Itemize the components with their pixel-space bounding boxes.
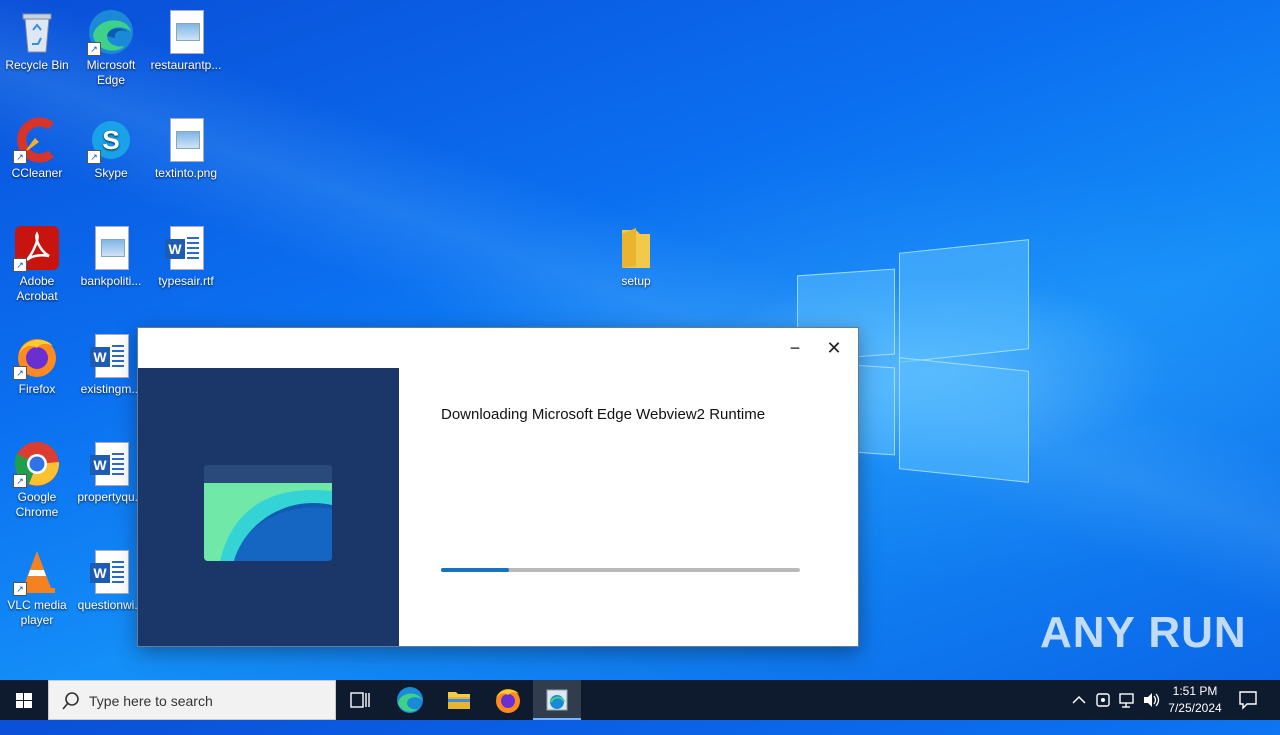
shortcut-arrow-icon: ↗	[87, 150, 101, 164]
skype-icon: S ↗	[87, 116, 135, 164]
window-titlebar[interactable]: − ✕	[138, 328, 858, 368]
desktop-icon-restaurantp[interactable]: restaurantp...	[149, 8, 223, 73]
start-button[interactable]	[0, 680, 48, 720]
edge-icon	[397, 687, 423, 713]
desktop-icon-label: Firefox	[18, 382, 56, 396]
task-view-button[interactable]	[336, 680, 384, 720]
desktop-icon-bankpoliti[interactable]: bankpoliti...	[74, 224, 148, 289]
word-document-icon: W	[87, 440, 135, 488]
taskbar-clock[interactable]: 1:51 PM 7/25/2024	[1160, 683, 1230, 717]
acrobat-icon: ↗	[13, 224, 61, 272]
close-button[interactable]: ✕	[820, 334, 848, 362]
desktop-icon-google-chrome[interactable]: ↗ Google Chrome	[0, 440, 74, 520]
shortcut-arrow-icon: ↗	[13, 582, 27, 596]
clock-time: 1:51 PM	[1172, 684, 1218, 698]
watermark-text: ANY RUN	[1040, 608, 1247, 657]
desktop-icon-label: setup	[621, 274, 651, 288]
desktop-icon-firefox[interactable]: ↗ Firefox	[0, 332, 74, 397]
task-view-icon	[350, 692, 370, 708]
show-hidden-icons-button[interactable]	[1068, 680, 1090, 720]
image-file-icon	[162, 116, 210, 164]
desktop-icon-label: Google Chrome	[15, 490, 59, 519]
anyrun-watermark: ANY RUN	[1040, 608, 1247, 658]
minimize-button[interactable]: −	[781, 334, 809, 362]
installer-app-icon	[546, 689, 568, 711]
shortcut-arrow-icon: ↗	[13, 258, 27, 272]
desktop-icon-vlc[interactable]: ↗ VLC media player	[0, 548, 74, 628]
word-document-icon: W	[87, 332, 135, 380]
search-icon	[62, 692, 79, 710]
download-progress-bar	[441, 568, 800, 572]
search-placeholder: Type here to search	[89, 693, 213, 709]
firefox-icon: ↗	[13, 332, 61, 380]
word-document-icon: W	[162, 224, 210, 272]
folder-icon	[448, 692, 470, 709]
desktop-icon-setup[interactable]: setup	[599, 224, 673, 289]
desktop-icon-label: restaurantp...	[150, 58, 222, 72]
edge-icon: ↗	[87, 8, 135, 56]
taskbar-firefox-button[interactable]	[484, 680, 532, 720]
desktop-icon-edge[interactable]: ↗ Microsoft Edge	[74, 8, 148, 88]
taskbar-search-box[interactable]: Type here to search	[48, 680, 336, 720]
folder-icon	[612, 224, 660, 272]
desktop-icon-label: Skype	[94, 166, 128, 180]
webview2-installer-window[interactable]: − ✕ Downloading Microsoft Edge Webview2 …	[137, 327, 859, 647]
tray-meet-now-button[interactable]	[1092, 680, 1114, 720]
svg-text:S: S	[102, 125, 119, 155]
desktop-icon-skype[interactable]: S ↗ Skype	[74, 116, 148, 181]
desktop-icon-typesair[interactable]: W typesair.rtf	[149, 224, 223, 289]
firefox-icon	[496, 689, 520, 713]
vlc-icon: ↗	[13, 548, 61, 596]
volume-icon	[1144, 693, 1160, 707]
webview2-logo-icon	[204, 465, 332, 561]
word-document-icon: W	[87, 548, 135, 596]
image-file-icon	[87, 224, 135, 272]
desktop-icon-label: Recycle Bin	[5, 58, 69, 72]
desktop-icon-label: Adobe Acrobat	[16, 274, 58, 303]
desktop-icon-label: textinto.png	[154, 166, 218, 180]
desktop-icon-ccleaner[interactable]: ↗ CCleaner	[0, 116, 74, 181]
taskbar-installer-button[interactable]	[533, 680, 581, 720]
notification-icon	[1239, 691, 1257, 710]
desktop-icon-label: VLC media player	[7, 598, 67, 627]
chrome-icon: ↗	[13, 440, 61, 488]
desktop-icon-label: bankpoliti...	[80, 274, 142, 288]
shortcut-arrow-icon: ↗	[13, 366, 27, 380]
shortcut-arrow-icon: ↗	[87, 42, 101, 56]
tray-network-button[interactable]	[1116, 680, 1138, 720]
ccleaner-icon: ↗	[13, 116, 61, 164]
device-tray-icon	[1096, 693, 1110, 707]
taskbar: Type here to search 1:51 PM 7/25/2024	[0, 680, 1280, 720]
clock-date: 7/25/2024	[1168, 701, 1222, 715]
installer-side-panel	[138, 368, 399, 646]
progress-fill	[441, 568, 510, 572]
download-heading: Downloading Microsoft Edge Webview2 Runt…	[441, 406, 766, 423]
desktop-icon-label: typesair.rtf	[158, 274, 214, 288]
desktop-icon-adobe-acrobat[interactable]: ↗ Adobe Acrobat	[0, 224, 74, 304]
chevron-up-icon	[1072, 695, 1086, 704]
shortcut-arrow-icon: ↗	[13, 150, 27, 164]
desktop-icon-recycle-bin[interactable]: Recycle Bin	[0, 8, 74, 73]
image-file-icon	[162, 8, 210, 56]
taskbar-edge-button[interactable]	[386, 680, 434, 720]
network-icon	[1119, 693, 1134, 708]
desktop-icon-label: Microsoft Edge	[86, 58, 136, 87]
tray-volume-button[interactable]	[1140, 680, 1162, 720]
desktop-icon-textinto[interactable]: textinto.png	[149, 116, 223, 181]
shortcut-arrow-icon: ↗	[13, 474, 27, 488]
action-center-button[interactable]	[1232, 680, 1264, 720]
taskbar-file-explorer-button[interactable]	[435, 680, 483, 720]
recycle-bin-icon	[13, 8, 61, 56]
desktop-icon-label: CCleaner	[11, 166, 63, 180]
windows-start-icon	[16, 693, 32, 708]
